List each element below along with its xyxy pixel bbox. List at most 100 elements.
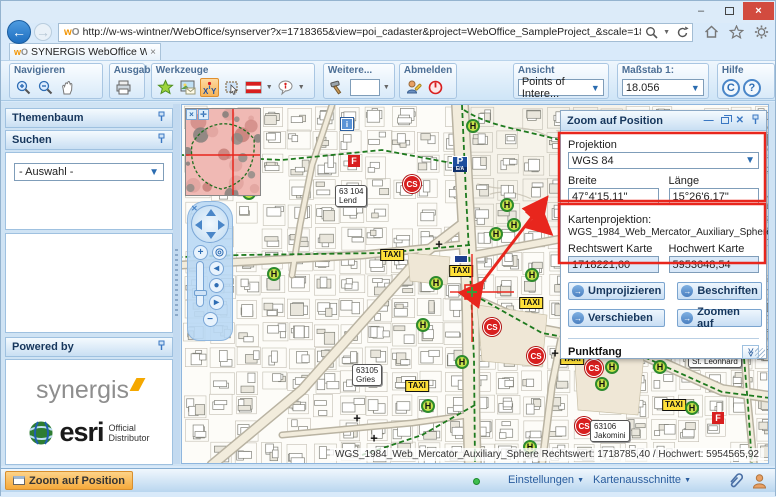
window-maximize-button[interactable]: [715, 2, 743, 20]
zoom-to-position-xy-icon[interactable]: XY: [200, 78, 219, 97]
dialog-titlebar[interactable]: Zoom auf Position — ✕: [561, 111, 766, 131]
map-symbol-h: H: [421, 399, 435, 413]
hochwert-field[interactable]: 5953648,54: [669, 256, 760, 273]
print-icon[interactable]: [114, 78, 133, 97]
beschriften-button[interactable]: →Beschriften: [677, 282, 762, 300]
zoom-out-icon[interactable]: [36, 78, 55, 97]
map-symbol-p: PE/A: [452, 156, 468, 172]
pan-hand-icon[interactable]: [58, 78, 77, 97]
zoom-out-button[interactable]: −: [203, 312, 218, 327]
info-bubble-icon[interactable]: [276, 78, 295, 97]
user-edit-icon[interactable]: [404, 78, 423, 97]
search-icon[interactable]: [643, 24, 659, 40]
info-dropdown-icon[interactable]: ▼: [298, 84, 305, 91]
previous-extent-button[interactable]: ◂: [209, 261, 224, 276]
map-symbol-cs: CS: [527, 347, 545, 365]
url-input[interactable]: [83, 26, 642, 38]
map-navigation-widget[interactable]: ✕ + ◎ ◂ ● ▸: [187, 201, 233, 341]
panel-header-powered-by[interactable]: Powered by: [5, 337, 173, 357]
full-extent-button[interactable]: ◎: [212, 245, 227, 260]
favorites-star-icon[interactable]: [728, 24, 744, 40]
themenbaum-label: Themenbaum: [12, 112, 84, 124]
verschieben-button[interactable]: →Verschieben: [568, 309, 665, 327]
einstellungen-menu[interactable]: Einstellungen▼: [508, 474, 584, 486]
suchen-panel: - Auswahl - ▼: [5, 152, 173, 230]
browser-back-button[interactable]: ←: [7, 20, 31, 44]
weitere-select[interactable]: [350, 79, 380, 96]
next-extent-button[interactable]: ▸: [209, 295, 224, 310]
chevron-down-icon: ▼: [684, 477, 691, 484]
user-profile-icon[interactable]: [752, 473, 767, 494]
ansicht-select[interactable]: Points of Intere...▼: [518, 79, 604, 96]
url-box[interactable]: wO ▼: [58, 23, 693, 42]
pan-up-icon[interactable]: [206, 209, 216, 216]
kartenausschnitte-menu[interactable]: Kartenausschnitte▼: [593, 474, 691, 486]
help-button[interactable]: ?: [743, 79, 761, 97]
dialog-pin-icon[interactable]: [751, 114, 760, 128]
browser-forward-button[interactable]: →: [34, 23, 52, 41]
add-favorite-star-icon[interactable]: [156, 78, 175, 97]
window-minimize-button[interactable]: –: [687, 2, 715, 20]
refresh-icon[interactable]: [674, 24, 690, 40]
rechtswert-field[interactable]: 1718221,60: [568, 256, 659, 273]
dialog-resize-grip[interactable]: [755, 348, 765, 358]
map-symbol-bus: [454, 255, 468, 263]
select-rectangle-icon[interactable]: [222, 78, 241, 97]
browser-tab[interactable]: wO SYNERGIS WebOffice Web... ×: [9, 43, 161, 60]
map-viewport[interactable]: TAXITAXITAXITAXITAXITAXIHHHHHHHHHHHHHHHH…: [181, 104, 769, 464]
massstab-select[interactable]: 18.056▼: [622, 79, 704, 96]
pan-down-icon[interactable]: [206, 232, 216, 239]
panel-header-themenbaum[interactable]: Themenbaum: [5, 108, 173, 128]
weitere-dropdown-icon[interactable]: ▼: [383, 84, 390, 91]
overview-move-icon[interactable]: ✛: [198, 109, 209, 120]
projektion-select-arrow-icon[interactable]: ▼: [745, 155, 755, 166]
main-content: Themenbaum Suchen - Auswahl - ▼ Powered …: [1, 102, 775, 466]
overview-map[interactable]: × ✛: [185, 108, 261, 196]
projektion-select[interactable]: WGS 84 ▼: [568, 152, 759, 169]
sidebar-splitter[interactable]: [173, 104, 180, 464]
panel-header-suchen[interactable]: Suchen: [5, 130, 173, 150]
austria-flag-icon[interactable]: [244, 78, 263, 97]
attachment-paperclip-icon[interactable]: [727, 472, 743, 494]
url-dropdown-icon[interactable]: ▼: [663, 29, 670, 36]
home-icon[interactable]: [703, 24, 719, 40]
settings-gear-icon[interactable]: [753, 24, 769, 40]
pan-left-icon[interactable]: [195, 220, 202, 230]
zoom-in-icon[interactable]: [14, 78, 33, 97]
zoom-slider-handle[interactable]: [194, 290, 207, 296]
zoom-in-button[interactable]: +: [193, 245, 208, 260]
browser-window: – × ← → wO ▼ wO SYNERGIS WebOffice Web..…: [0, 0, 776, 496]
ansicht-select-arrow-icon[interactable]: ▼: [587, 83, 600, 93]
pin-icon[interactable]: [157, 133, 166, 147]
dialog-restore-icon[interactable]: [721, 117, 729, 124]
pan-right-icon[interactable]: [218, 220, 225, 230]
active-tool-tab[interactable]: Zoom auf Position: [5, 471, 133, 490]
pin-icon[interactable]: [157, 111, 166, 125]
current-extent-button[interactable]: ●: [209, 278, 224, 293]
auswahl-select-arrow-icon[interactable]: ▼: [149, 167, 159, 178]
flag-dropdown-icon[interactable]: ▼: [266, 84, 273, 91]
pin-icon[interactable]: [157, 340, 166, 354]
dialog-close-icon[interactable]: ✕: [736, 115, 744, 126]
laenge-input[interactable]: 15°26'6.17": [669, 188, 760, 205]
context-help-button[interactable]: C: [722, 79, 740, 97]
zoomen-auf-button[interactable]: →Zoomen auf: [677, 309, 762, 327]
tools-hammer-icon[interactable]: [328, 78, 347, 97]
logout-power-icon[interactable]: [426, 78, 445, 97]
map-symbol-h: H: [507, 218, 521, 232]
toolbar-group-massstab: Maßstab 1: 18.056▼: [617, 63, 709, 99]
overview-close-icon[interactable]: ×: [186, 109, 197, 120]
umprojizieren-button[interactable]: →Umprojizieren: [568, 282, 665, 300]
send-map-image-icon[interactable]: [178, 78, 197, 97]
tab-close-icon[interactable]: ×: [150, 47, 156, 58]
pan-dpad[interactable]: [191, 205, 229, 243]
dialog-minimize-icon[interactable]: —: [704, 115, 714, 126]
esri-globe-icon: [28, 420, 54, 446]
status-green-dot: [473, 478, 480, 485]
window-close-button[interactable]: ×: [743, 2, 774, 20]
breite-input[interactable]: 47°4'15.11": [568, 188, 659, 205]
massstab-select-arrow-icon[interactable]: ▼: [687, 83, 700, 93]
zoom-slider[interactable]: [196, 261, 204, 307]
auswahl-select[interactable]: - Auswahl - ▼: [14, 163, 164, 181]
rechtswert-label: Rechtswert Karte: [568, 243, 659, 255]
